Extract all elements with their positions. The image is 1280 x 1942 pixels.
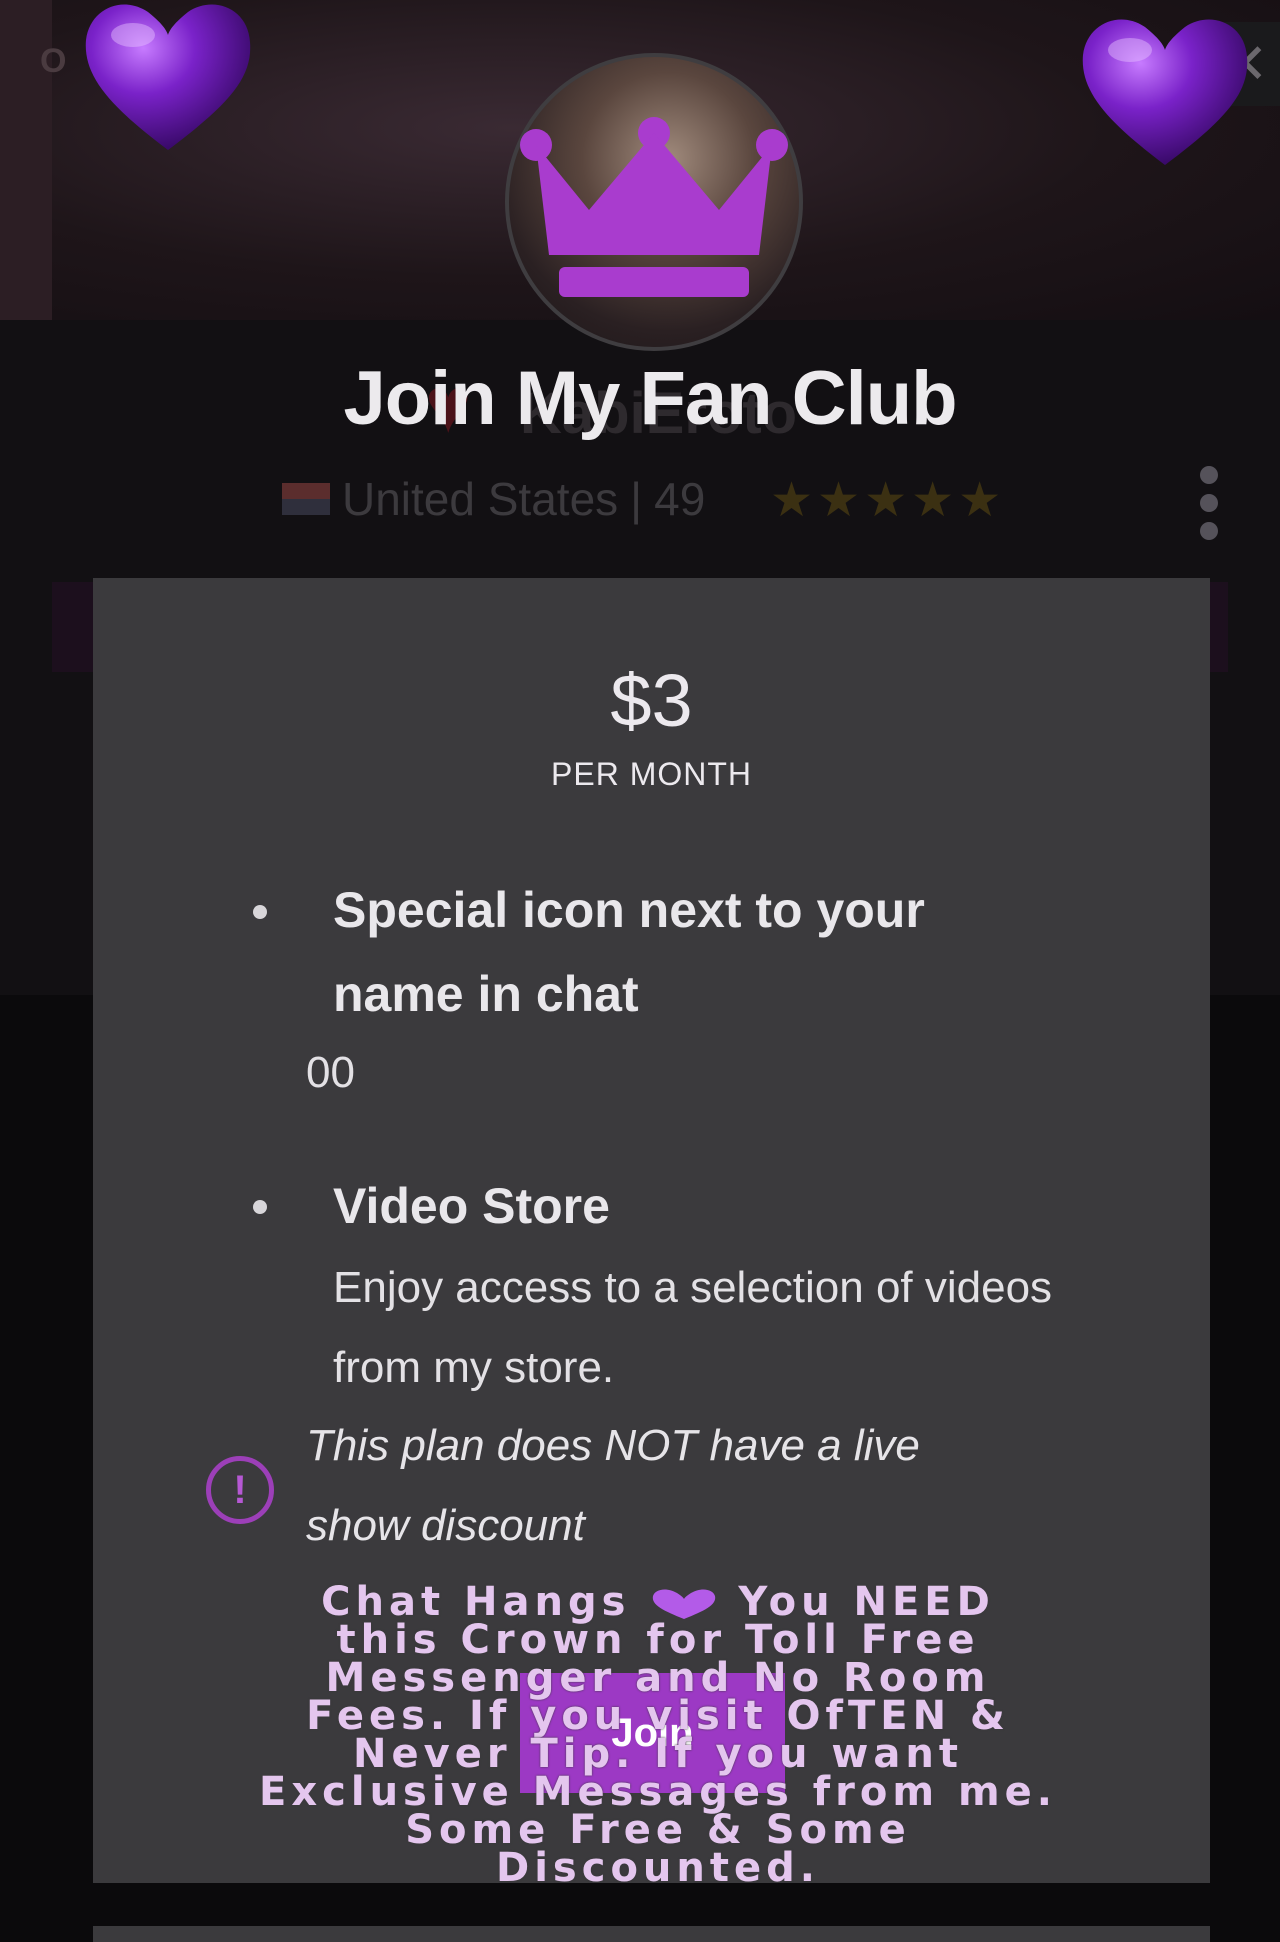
- promo-line: Chat Hangs You NEED: [321, 1579, 995, 1625]
- bullet-icon: [253, 1200, 267, 1214]
- kebab-menu-icon[interactable]: [1200, 466, 1222, 540]
- profile-age: 49: [654, 473, 706, 525]
- benefit-title: Video Store: [333, 1178, 610, 1234]
- flag-icon: [282, 483, 330, 515]
- heart-icon: [85, 4, 251, 151]
- modal-title: Join My Fan Club: [343, 356, 957, 441]
- bullet-icon: [253, 905, 267, 919]
- promo-line: Never Tip. If you want: [353, 1731, 963, 1777]
- plan-price: $3: [610, 659, 693, 742]
- promo-line: Fees. If you visit OfTEN &: [306, 1693, 1010, 1739]
- promo-line: Discounted.: [496, 1845, 820, 1891]
- heart-icon: [653, 1589, 716, 1619]
- alert-icon: !: [206, 1456, 274, 1524]
- next-card-edge: [93, 1926, 1210, 1942]
- promo-line: Messenger and No Room: [325, 1655, 991, 1701]
- crown-icon: [520, 117, 788, 297]
- meta-separator: |: [630, 473, 643, 525]
- live-show-warning: This plan does NOT have a live show disc…: [306, 1421, 920, 1550]
- promo-line: this Crown for Toll Free: [336, 1617, 980, 1663]
- profile-meta: United States | 49: [282, 472, 705, 526]
- promo-line: Some Free & Some: [405, 1807, 911, 1853]
- site-logo[interactable]: O: [40, 42, 66, 81]
- subscription-card: $3 PER MONTH Special icon next to your n…: [93, 578, 1210, 1888]
- plan-period: PER MONTH: [551, 756, 752, 792]
- star-rating: ★★★★★: [770, 474, 1006, 527]
- benefit-title: Special icon next to your name in chat: [333, 882, 925, 1022]
- heart-icon: [1082, 19, 1248, 166]
- profile-country: United States: [342, 473, 619, 525]
- promo-line: Exclusive Messages from me.: [259, 1769, 1057, 1815]
- benefit-description: Enjoy access to a selection of videos fr…: [333, 1263, 1053, 1392]
- benefit-description: 00: [306, 1048, 355, 1097]
- promo-overlay-text: Chat Hangs You NEED this Crown for Toll …: [133, 1579, 1183, 1891]
